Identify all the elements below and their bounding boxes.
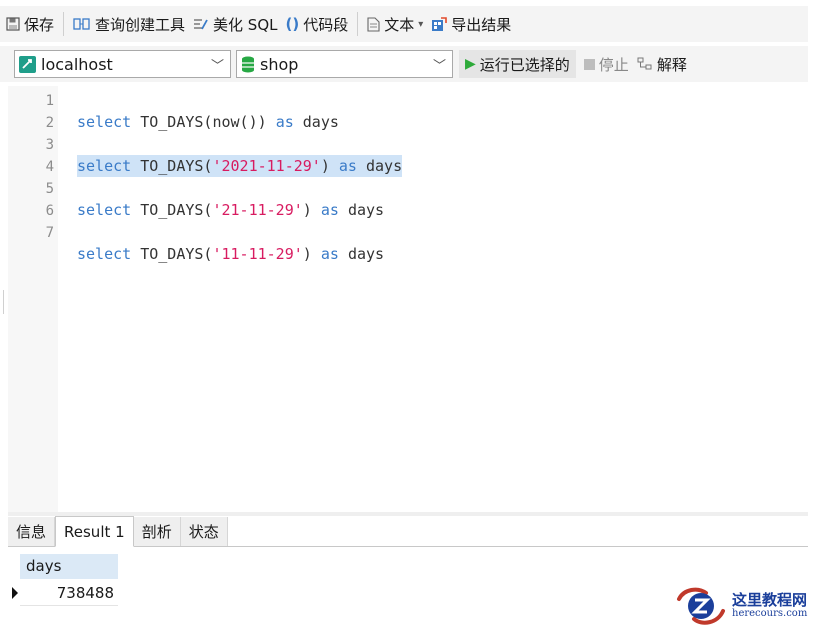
watermark-url: herecours.com xyxy=(732,608,808,620)
site-watermark-logo: 这里教程网 herecours.com xyxy=(676,583,819,628)
sql-keyword: as xyxy=(320,201,339,219)
selection-highlight: select TO_DAYS('2021-11-29') as days xyxy=(77,155,403,177)
explain-button[interactable]: 解释 xyxy=(633,50,691,78)
save-label: 保存 xyxy=(24,15,55,34)
stop-icon xyxy=(583,58,595,70)
document-icon xyxy=(367,16,380,32)
sql-keyword: as xyxy=(275,113,294,131)
watermark-emblem-icon xyxy=(677,587,725,625)
save-icon xyxy=(6,17,20,31)
table-cell[interactable]: 738488 xyxy=(20,580,118,606)
query-builder-button[interactable]: 查询创建工具 xyxy=(69,10,189,38)
code-snippet-button[interactable]: () 代码段 xyxy=(282,10,353,38)
stop-label: 停止 xyxy=(598,55,629,74)
main-toolbar: 保存 查询创建工具 美化 SQL () 代码段 文本 ▾ 导出结果 xyxy=(0,6,808,42)
code-line-selected: select TO_DAYS('2021-11-29') as days xyxy=(8,133,403,177)
save-button[interactable]: 保存 xyxy=(2,10,58,38)
toolbar-divider xyxy=(357,12,359,36)
sql-keyword: select xyxy=(77,245,132,263)
tab-info[interactable]: 信息 xyxy=(8,517,56,546)
beautify-icon xyxy=(193,17,209,31)
run-action-group: ▶ 运行已选择的 停止 解释 xyxy=(459,50,691,78)
export-results-label: 导出结果 xyxy=(451,15,512,34)
connection-icon xyxy=(19,55,36,73)
explain-label: 解释 xyxy=(656,55,687,74)
explain-icon xyxy=(637,57,653,71)
watermark-title: 这里教程网 xyxy=(732,590,808,609)
code-snippet-label: 代码段 xyxy=(303,15,349,34)
text-menu-label: 文本 xyxy=(384,15,415,34)
sql-editor-window: 保存 查询创建工具 美化 SQL () 代码段 文本 ▾ 导出结果 localh… xyxy=(0,0,819,628)
sql-keyword: select xyxy=(77,157,132,175)
column-header-days[interactable]: days xyxy=(20,554,118,579)
sql-function: TO_DAYS(now()) xyxy=(140,113,267,131)
result-tabs: 信息 Result 1 剖析 状态 xyxy=(8,516,808,547)
sql-string: '21-11-29' xyxy=(212,201,303,219)
sql-paren: ) xyxy=(320,157,330,175)
sql-keyword: as xyxy=(338,157,357,175)
text-menu-button[interactable]: 文本 ▾ xyxy=(363,10,427,38)
database-select[interactable]: shop ﹀ xyxy=(236,50,453,78)
sql-function: TO_DAYS( xyxy=(140,245,213,263)
connection-select[interactable]: localhost ﹀ xyxy=(14,50,231,78)
sql-keyword: as xyxy=(320,245,339,263)
export-icon xyxy=(431,16,448,32)
splitter-handle[interactable] xyxy=(3,290,4,314)
beautify-sql-button[interactable]: 美化 SQL xyxy=(189,10,281,38)
database-icon xyxy=(241,56,255,73)
sql-function: TO_DAYS( xyxy=(140,157,213,175)
play-icon: ▶ xyxy=(465,56,476,72)
sql-keyword: select xyxy=(77,201,132,219)
chevron-down-icon: ﹀ xyxy=(210,58,224,74)
sql-alias: days xyxy=(366,157,403,175)
sql-string: '2021-11-29' xyxy=(212,157,321,175)
sql-editor[interactable]: 1 2 3 4 5 6 7 select TO_DAYS(now()) as d… xyxy=(8,86,808,512)
sql-alias: days xyxy=(302,113,339,131)
sql-keyword: select xyxy=(77,113,132,131)
sql-alias: days xyxy=(347,245,385,263)
toolbar-divider xyxy=(63,12,65,36)
current-row-indicator-icon xyxy=(12,587,18,599)
sql-paren: ) xyxy=(302,245,312,263)
beautify-label: 美化 SQL xyxy=(213,15,278,34)
export-results-button[interactable]: 导出结果 xyxy=(427,10,515,38)
code-line: select TO_DAYS('21-11-29') as days xyxy=(8,177,384,219)
run-selected-button[interactable]: ▶ 运行已选择的 xyxy=(459,50,576,78)
parentheses-icon: () xyxy=(285,15,300,33)
chevron-down-icon: ﹀ xyxy=(432,58,446,74)
stop-button[interactable]: 停止 xyxy=(580,50,633,78)
dropdown-arrow-icon: ▾ xyxy=(418,18,424,30)
query-builder-label: 查询创建工具 xyxy=(95,15,186,34)
tab-status[interactable]: 状态 xyxy=(180,517,228,546)
connection-value: localhost xyxy=(41,54,113,74)
code-line: select TO_DAYS('11-11-29') as days xyxy=(8,221,384,263)
code-line: select TO_DAYS(now()) as days xyxy=(8,89,339,131)
query-builder-icon xyxy=(73,17,91,31)
tab-result-1[interactable]: Result 1 xyxy=(55,516,134,547)
sql-alias: days xyxy=(347,201,385,219)
database-value: shop xyxy=(260,54,299,74)
sql-paren: ) xyxy=(302,201,312,219)
sql-string: '11-11-29' xyxy=(212,245,303,263)
run-selected-label: 运行已选择的 xyxy=(479,55,570,74)
sql-function: TO_DAYS( xyxy=(140,201,213,219)
tab-profile[interactable]: 剖析 xyxy=(133,517,181,546)
